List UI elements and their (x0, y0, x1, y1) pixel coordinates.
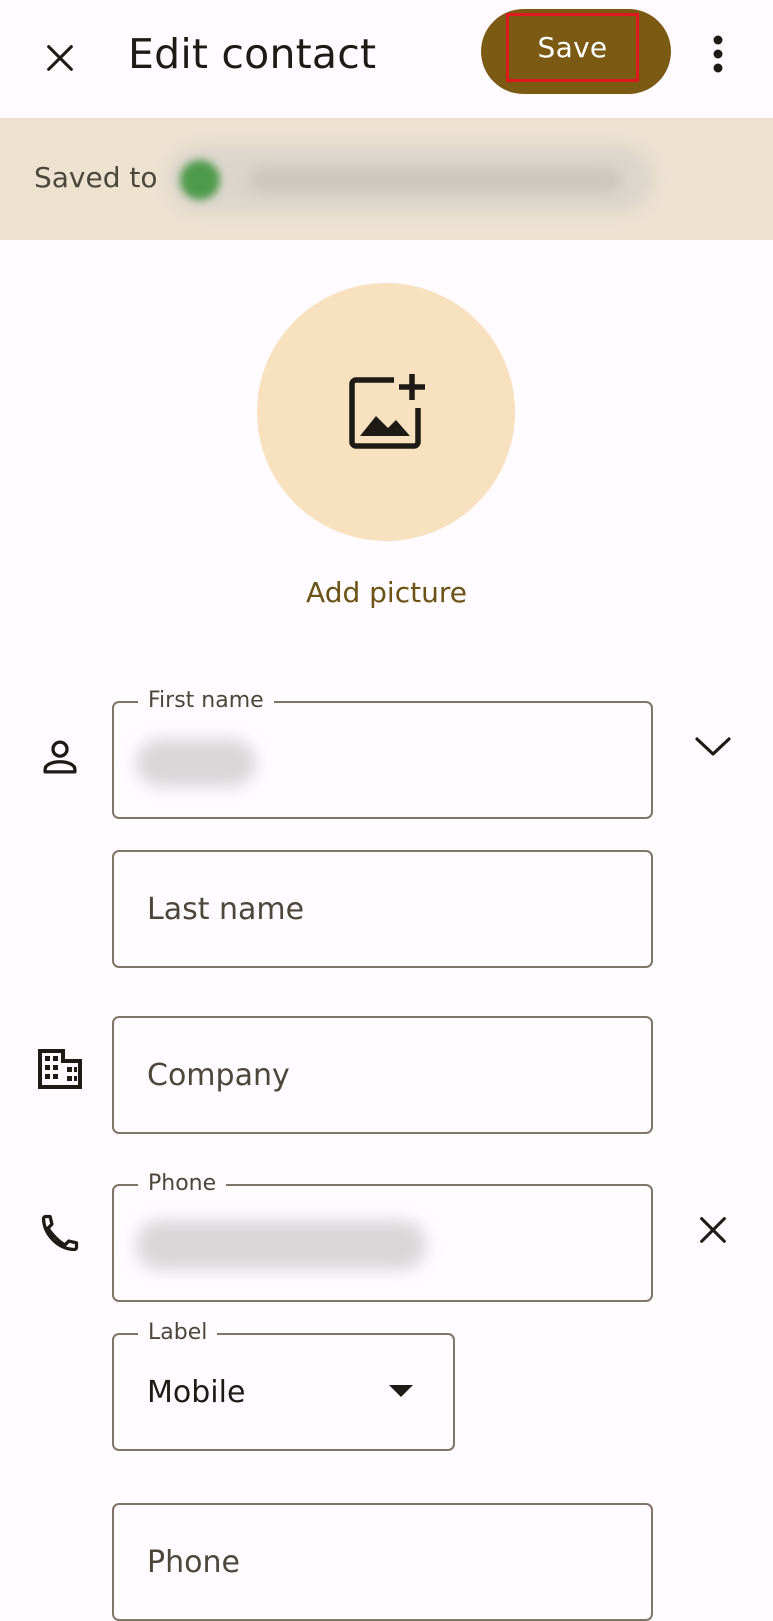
phone-type-label: Label (138, 1318, 218, 1348)
expand-name-button[interactable] (683, 717, 743, 777)
dropdown-arrow-icon (389, 1385, 413, 1397)
saved-to-label: Saved to (34, 161, 158, 194)
last-name-placeholder: Last name (147, 892, 305, 927)
add-picture-link[interactable]: Add picture (0, 573, 773, 613)
company-placeholder: Company (147, 1058, 290, 1093)
save-button-highlight[interactable]: Save (506, 13, 639, 82)
account-avatar (180, 160, 220, 200)
saved-to-banner: Saved to (0, 118, 773, 240)
phone-field-2[interactable]: Phone (112, 1503, 653, 1621)
phone-placeholder: Phone (147, 1545, 240, 1580)
last-name-field[interactable]: Last name (112, 850, 653, 968)
contact-photo[interactable] (257, 283, 515, 541)
more-options-button[interactable] (692, 28, 744, 80)
page-title: Edit contact (128, 30, 377, 78)
more-vert-icon (713, 35, 723, 73)
save-button-label: Save (537, 31, 608, 64)
phone-label: Phone (138, 1169, 227, 1199)
phone-value-redacted (136, 1220, 426, 1270)
person-icon (34, 731, 86, 783)
phone-field[interactable]: Phone (112, 1169, 653, 1302)
first-name-value-redacted (136, 739, 256, 787)
top-app-bar: Edit contact Save (0, 0, 773, 118)
close-icon (700, 1217, 726, 1243)
account-name-redacted (250, 168, 620, 192)
phone-icon (34, 1207, 86, 1259)
remove-phone-button[interactable] (683, 1200, 743, 1260)
company-field[interactable]: Company (112, 1016, 653, 1134)
first-name-field[interactable]: First name (112, 686, 653, 819)
first-name-label: First name (138, 686, 274, 716)
phone-type-value: Mobile (147, 1375, 246, 1410)
close-button[interactable] (30, 28, 90, 88)
add-photo-icon (349, 374, 425, 449)
business-icon (34, 1043, 86, 1095)
close-icon (47, 45, 73, 71)
chevron-down-icon (695, 737, 731, 756)
phone-type-select[interactable]: Label Mobile (112, 1318, 455, 1451)
